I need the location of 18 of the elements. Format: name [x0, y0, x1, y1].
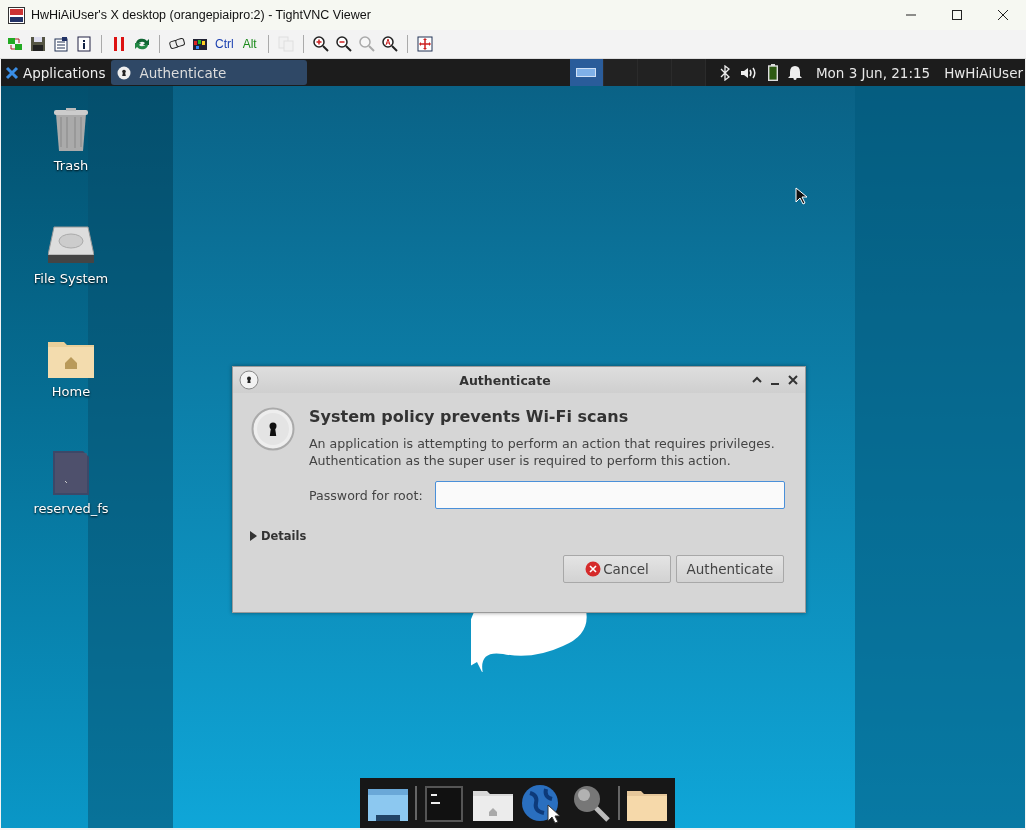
dialog-title: Authenticate	[458, 372, 552, 388]
desktop-icon-label[interactable]: reserved_fs	[33, 501, 109, 516]
authenticate-button[interactable]: Authenticate	[676, 555, 784, 583]
key-toggle-button[interactable]: Alt	[239, 34, 260, 54]
applications-menu[interactable]: Applications	[1, 59, 112, 86]
desktop-icon-label[interactable]: Home	[51, 384, 91, 399]
window-title: HwHiAiUser's X desktop (orangepiaipro:2) - TightVNC Viewer	[31, 8, 372, 22]
details-expander[interactable]: Details	[250, 529, 307, 543]
user-menu[interactable]: HwHiAiUser	[944, 64, 1025, 81]
dialog-message: An application is attempting to perform an action that requires privileges. Authentication as the super user is required to perform this action.	[309, 435, 776, 469]
desktop-icon-label[interactable]: File System	[33, 271, 109, 286]
password-label: Password for root:	[309, 487, 423, 503]
dialog-heading: System policy prevents Wi-Fi scans	[309, 407, 630, 426]
cancel-button[interactable]: Cancel	[563, 555, 671, 583]
clock-text[interactable]: Mon 3 Jun, 21:15	[815, 64, 931, 81]
key-toggle-button[interactable]: Ctrl	[214, 34, 235, 54]
taskbar-button[interactable]: Authenticate	[111, 60, 308, 85]
desktop-icon-label[interactable]: Trash	[53, 158, 89, 173]
